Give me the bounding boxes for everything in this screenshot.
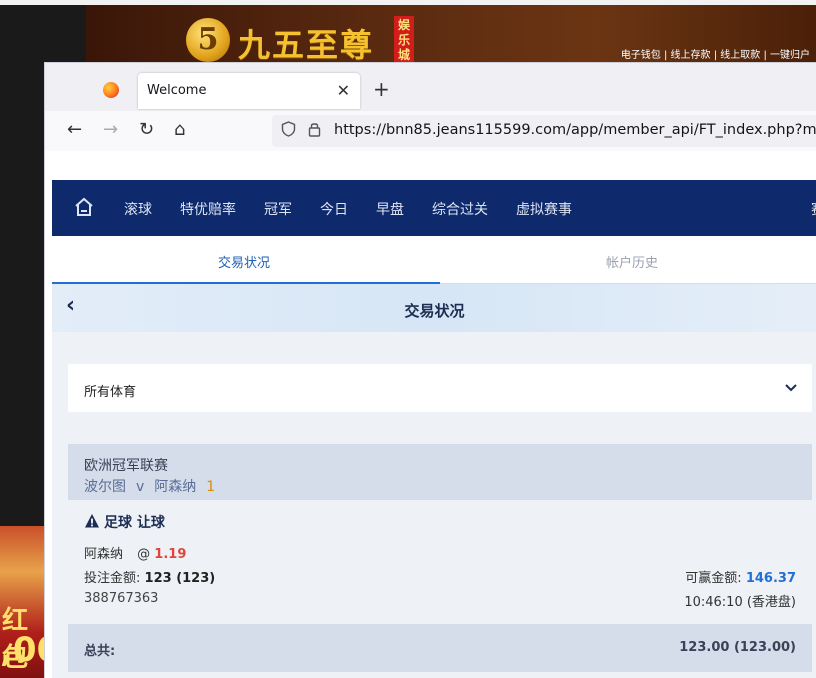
at-symbol: @	[137, 547, 151, 562]
total-value: 123.00 (123.00)	[679, 640, 796, 655]
bet-id: 388767363	[84, 591, 159, 606]
tab-bar: Welcome ✕ +	[45, 63, 816, 111]
league-name: 欧洲冠军联赛	[84, 458, 168, 474]
promo-banner[interactable]: 红包 ,00	[0, 526, 46, 678]
shield-icon[interactable]	[281, 121, 296, 137]
browser-toolbar: ← → ↻ ⌂ https://bnn85.jeans115599.com/ap…	[45, 111, 816, 151]
nav-item-virtual[interactable]: 虚拟赛事	[516, 199, 572, 219]
stake-label: 投注金额:	[84, 571, 141, 586]
casino-top-links[interactable]: 电子钱包 | 线上存款 | 线上取款 | 一键归户	[621, 46, 810, 61]
back-icon[interactable]: ←	[67, 119, 82, 140]
casino-logo-icon: 5	[186, 18, 230, 62]
stake-value: 123 (123)	[144, 571, 216, 586]
page-top-spacer	[45, 151, 816, 181]
site-nav-bar: 滚球 特优赔率 冠军 今日 早盘 综合过关 虚拟赛事 赛	[52, 180, 816, 236]
bet-slip: 足球 让球 阿森纳 @ 1.19 投注金额: 123 (123) 3887673…	[68, 500, 812, 624]
potential-win-row: 可赢金额: 146.37	[685, 567, 796, 586]
title-band: ‹ 交易状况	[52, 284, 816, 332]
firefox-icon	[103, 82, 119, 98]
url-text[interactable]: https://bnn85.jeans115599.com/app/member…	[334, 122, 816, 138]
new-tab-icon[interactable]: +	[373, 77, 390, 101]
close-tab-icon[interactable]: ✕	[337, 81, 350, 100]
top-strip	[0, 0, 816, 5]
tab-title: Welcome	[147, 83, 207, 98]
forward-icon[interactable]: →	[103, 119, 118, 140]
promo-number: ,00	[0, 630, 46, 670]
home-team: 波尔图	[84, 479, 126, 495]
bet-type-text: 足球 让球	[104, 515, 165, 531]
warning-icon	[85, 514, 99, 528]
match-teams: 波尔图 v 阿森纳 1	[84, 476, 215, 496]
tab-welcome[interactable]: Welcome ✕	[138, 73, 360, 109]
odds-value: 1.19	[154, 547, 187, 562]
match-header: 欧洲冠军联赛 波尔图 v 阿森纳 1	[68, 444, 812, 500]
site-content: 滚球 特优赔率 冠军 今日 早盘 综合过关 虚拟赛事 赛 交易状况 帐户历史 ‹…	[52, 180, 816, 678]
away-team: 阿森纳	[154, 479, 197, 495]
url-bar[interactable]: https://bnn85.jeans115599.com/app/member…	[272, 115, 816, 147]
total-row: 总共: 123.00 (123.00)	[68, 624, 812, 672]
total-label: 总共:	[84, 644, 116, 659]
nav-item-early[interactable]: 早盘	[376, 199, 404, 219]
home-icon[interactable]: ⌂	[174, 119, 185, 140]
reload-icon[interactable]: ↻	[139, 119, 154, 140]
win-value: 146.37	[745, 571, 796, 586]
stake-row: 投注金额: 123 (123)	[84, 567, 215, 586]
win-label: 可赢金额:	[685, 571, 742, 586]
casino-logo-text: 九五至尊	[238, 26, 375, 64]
page-title: 交易状况	[404, 302, 465, 320]
tab-transaction-status[interactable]: 交易状况	[218, 252, 270, 271]
lock-icon[interactable]	[308, 121, 321, 137]
nav-item-inplay[interactable]: 滚球	[124, 199, 152, 219]
nav-item-parlay[interactable]: 综合过关	[432, 199, 488, 219]
chevron-down-icon[interactable]	[784, 383, 798, 393]
nav-item-more[interactable]: 赛	[811, 199, 816, 219]
bet-pick: 阿森纳 @ 1.19	[84, 543, 186, 562]
browser-window: Welcome ✕ + ← → ↻ ⌂ https://bnn85.jeans1…	[44, 62, 816, 678]
home-icon[interactable]	[74, 197, 94, 217]
sports-filter-dropdown[interactable]: 所有体育	[68, 364, 812, 412]
casino-logo-tag: 娱乐城	[394, 16, 414, 66]
versus-label: v	[136, 479, 145, 495]
tab-account-history[interactable]: 帐户历史	[606, 252, 658, 271]
handicap-value: 1	[206, 479, 216, 495]
bet-time: 10:46:10 (香港盘)	[684, 595, 796, 610]
nav-item-special-odds[interactable]: 特优赔率	[180, 199, 236, 219]
pick-team: 阿森纳	[84, 547, 124, 562]
nav-item-today[interactable]: 今日	[320, 199, 348, 219]
sub-tabs: 交易状况 帐户历史	[52, 236, 816, 284]
sports-filter-label: 所有体育	[84, 385, 137, 400]
bet-type: 足球 让球	[84, 512, 165, 532]
nav-item-champion[interactable]: 冠军	[264, 199, 292, 219]
